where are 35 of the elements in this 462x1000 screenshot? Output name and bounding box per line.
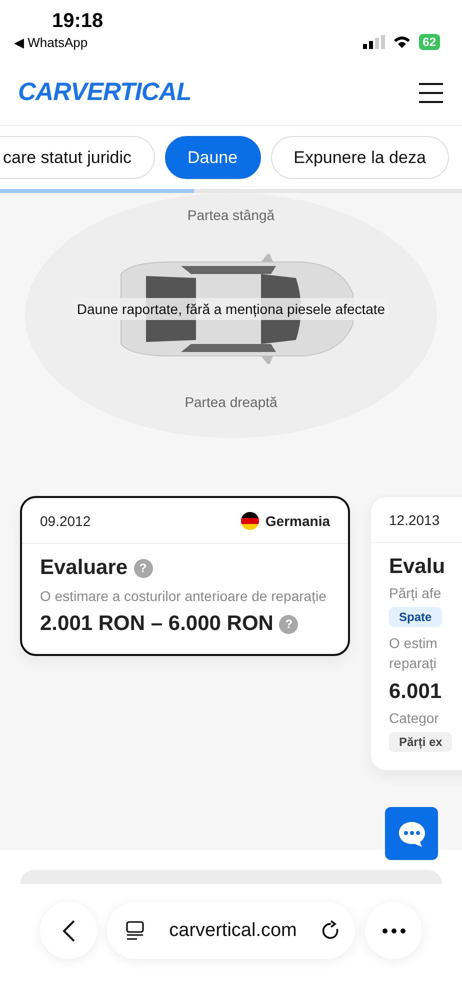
chat-button[interactable] — [385, 807, 438, 860]
damage-card[interactable]: 12.2013 Evalu Părți afe Spate O estim reparați 6.001 Categor Părți ex — [370, 496, 462, 771]
clock-time: 19:18 — [52, 10, 104, 33]
battery-icon: 62 — [418, 34, 440, 50]
chat-icon — [398, 820, 426, 846]
part-tag: Spate — [389, 607, 442, 627]
back-icon — [62, 918, 76, 942]
url-text: carvertical.com — [169, 920, 297, 942]
category-tag: Părți ex — [389, 732, 452, 752]
side-label: Partea dreaptă — [184, 394, 278, 410]
damage-amount: 2.001 RON – 6.000 RON — [40, 612, 274, 636]
wifi-icon — [392, 35, 411, 49]
tab[interactable]: care statut juridic — [0, 136, 154, 179]
card-title: Evalu — [389, 555, 446, 579]
card-title: Evaluare — [40, 556, 128, 580]
country-name: Germania — [265, 512, 330, 528]
reload-icon[interactable] — [321, 920, 341, 942]
tab[interactable]: Daune — [164, 136, 261, 179]
damage-amount: 6.001 — [389, 680, 442, 704]
card-description: O estim reparați — [389, 634, 438, 674]
address-bar[interactable]: carvertical.com — [107, 902, 355, 959]
card-description: O estimare a costurilor anterioare de reparație — [40, 587, 328, 606]
signal-icon — [362, 35, 385, 49]
menu-icon[interactable] — [418, 82, 444, 104]
side-label: Partea stângă — [187, 207, 275, 223]
logo[interactable]: CARVERTICAL — [18, 78, 192, 107]
back-to-app-link[interactable]: ◀ WhatsApp — [14, 35, 88, 50]
tabs-icon — [125, 920, 145, 940]
card-date: 09.2012 — [40, 512, 91, 528]
card-date: 12.2013 — [389, 512, 440, 528]
flag-icon — [241, 512, 260, 530]
tab[interactable]: Expunere la deza — [270, 136, 449, 179]
category-label: Categor — [389, 710, 440, 726]
parts-label: Părți afe — [389, 585, 442, 601]
more-icon — [382, 928, 406, 934]
